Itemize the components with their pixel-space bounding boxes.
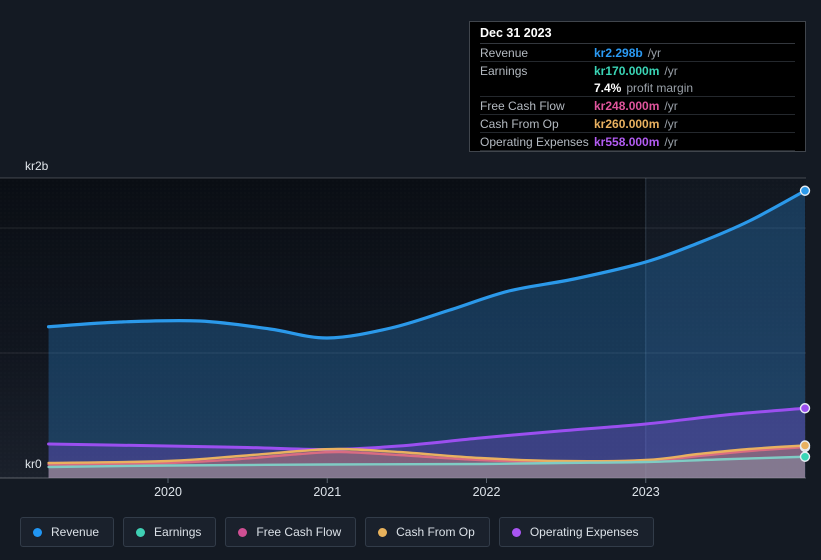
- tooltip-row-operating-expenses: Operating Expenses kr558.000m /yr: [480, 133, 795, 151]
- tooltip-suffix: /yr: [664, 63, 678, 78]
- tooltip-label: Revenue: [480, 45, 529, 60]
- tooltip-label: Cash From Op: [480, 116, 559, 131]
- legend-item-cash-from-op[interactable]: Cash From Op: [365, 517, 490, 547]
- x-tick-label: 2022: [473, 485, 501, 499]
- tooltip-value: kr248.000m: [594, 98, 660, 113]
- tooltip-value: kr170.000m: [594, 63, 660, 78]
- chart-tooltip: Dec 31 2023 Revenue kr2.298b /yr Earning…: [469, 21, 806, 152]
- tooltip-label: Earnings: [480, 63, 528, 78]
- legend-item-free-cash-flow[interactable]: Free Cash Flow: [225, 517, 357, 547]
- chart-legend: Revenue Earnings Free Cash Flow Cash Fro…: [20, 517, 654, 547]
- tooltip-date: Dec 31 2023: [480, 23, 795, 44]
- legend-item-operating-expenses[interactable]: Operating Expenses: [498, 517, 654, 547]
- free-cash-flow-dot-icon: [238, 527, 248, 537]
- legend-label: Earnings: [154, 525, 202, 539]
- legend-label: Operating Expenses: [529, 525, 639, 539]
- tooltip-row-free-cash-flow: Free Cash Flow kr248.000m /yr: [480, 97, 795, 115]
- tooltip-row-profit-margin: 7.4% profit margin: [480, 79, 795, 97]
- tooltip-suffix: /yr: [664, 98, 678, 113]
- operating-expenses-dot-icon: [511, 527, 521, 537]
- tooltip-suffix: /yr: [664, 116, 678, 131]
- revenue-dot-icon: [33, 527, 42, 537]
- earnings-revenue-history-chart: 2020 2021 2022 2023 kr2b kr0 Dec 31 2023 Re…: [0, 0, 821, 560]
- tooltip-label: Free Cash Flow: [480, 98, 565, 113]
- tooltip-suffix: /yr: [664, 134, 678, 149]
- legend-item-earnings[interactable]: Earnings: [123, 517, 217, 547]
- tooltip-value: kr558.000m: [594, 134, 660, 149]
- tooltip-suffix: profit margin: [626, 80, 694, 95]
- marker-cash-from-op: [799, 440, 811, 451]
- tooltip-row-earnings: Earnings kr170.000m /yr: [480, 62, 795, 79]
- tooltip-value: kr2.298b: [594, 45, 643, 60]
- tooltip-value: kr260.000m: [594, 116, 660, 131]
- tooltip-label: Operating Expenses: [480, 134, 589, 149]
- tooltip-row-cash-from-op: Cash From Op kr260.000m /yr: [480, 115, 795, 133]
- y-axis-label-top: kr2b: [25, 159, 49, 173]
- tooltip-suffix: /yr: [647, 45, 662, 60]
- tooltip-value: 7.4%: [594, 80, 622, 95]
- legend-label: Free Cash Flow: [256, 525, 342, 539]
- marker-earnings: [799, 451, 811, 462]
- earnings-dot-icon: [136, 527, 146, 537]
- legend-label: Revenue: [51, 525, 100, 539]
- marker-operating-expenses: [799, 403, 811, 414]
- legend-item-revenue[interactable]: Revenue: [20, 517, 115, 547]
- tooltip-row-revenue: Revenue kr2.298b /yr: [480, 44, 795, 62]
- y-axis-label-zero: kr0: [25, 457, 42, 471]
- legend-label: Cash From Op: [396, 525, 475, 539]
- marker-revenue: [799, 185, 811, 196]
- cash-from-op-dot-icon: [378, 527, 388, 537]
- x-tick-label: 2023: [632, 485, 660, 499]
- x-tick-label: 2020: [154, 485, 182, 499]
- x-tick-label: 2021: [313, 485, 341, 499]
